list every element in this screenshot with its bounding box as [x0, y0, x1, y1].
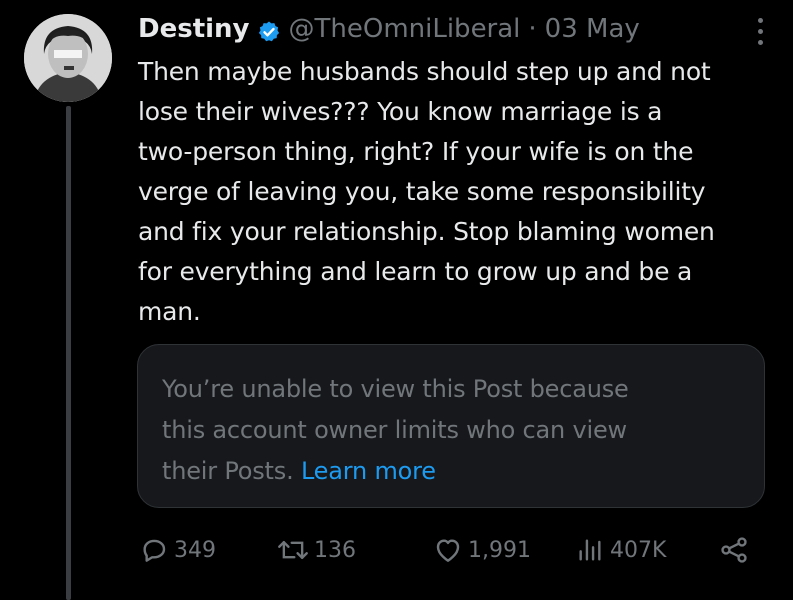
- author-handle[interactable]: @TheOmniLiberal: [289, 10, 521, 48]
- repost-count: 136: [314, 537, 356, 563]
- tweet-text-line: man.: [138, 297, 201, 326]
- reply-count: 349: [174, 537, 216, 563]
- quoted-post-line: this account owner limits who can view: [162, 416, 627, 444]
- verified-badge-icon: [257, 17, 281, 42]
- tweet-header: Destiny @TheOmniLiberal · 03 May: [138, 10, 733, 48]
- avatar[interactable]: [24, 14, 112, 102]
- tweet-date[interactable]: 03 May: [545, 10, 640, 48]
- tweet-text-line: and fix your relationship. Stop blaming …: [138, 217, 715, 246]
- tweet-text-line: verge of leaving you, take some responsi…: [138, 177, 706, 206]
- like-icon: [436, 539, 460, 562]
- tweet-text: Then maybe husbands should step up and n…: [138, 52, 778, 332]
- learn-more-link[interactable]: Learn more: [301, 457, 436, 485]
- tweet-text-line: lose their wives??? You know marriage is…: [138, 97, 663, 126]
- quoted-post-line: their Posts.: [162, 457, 294, 485]
- tweet-text-line: two-person thing, right? If your wife is…: [138, 137, 694, 166]
- views-icon: [579, 539, 601, 561]
- repost-icon: [278, 540, 308, 560]
- tweet-text-line: for everything and learn to grow up and …: [138, 257, 693, 286]
- quoted-post-message: You’re unable to view this Post because …: [162, 369, 629, 492]
- view-count: 407K: [610, 537, 667, 563]
- repost-button[interactable]: 136: [276, 530, 356, 570]
- author-display-name[interactable]: Destiny: [138, 10, 250, 48]
- views-button[interactable]: 407K: [574, 530, 666, 570]
- quoted-post-line-last: their Posts. Learn more: [162, 451, 629, 492]
- separator-dot: ·: [528, 14, 537, 44]
- tweet-text-line: Then maybe husbands should step up and n…: [138, 57, 711, 86]
- action-bar: 349 136 1,991 407K: [138, 530, 758, 570]
- like-count: 1,991: [468, 537, 531, 563]
- share-icon: [721, 537, 747, 563]
- quoted-post-unavailable: You’re unable to view this Post because …: [137, 344, 765, 508]
- thread-line: [66, 106, 71, 600]
- quoted-post-line: You’re unable to view this Post because: [162, 375, 629, 403]
- more-icon[interactable]: [757, 18, 765, 48]
- share-button[interactable]: [718, 530, 754, 570]
- reply-icon: [143, 539, 166, 562]
- reply-button[interactable]: 349: [138, 530, 216, 570]
- like-button[interactable]: 1,991: [432, 530, 531, 570]
